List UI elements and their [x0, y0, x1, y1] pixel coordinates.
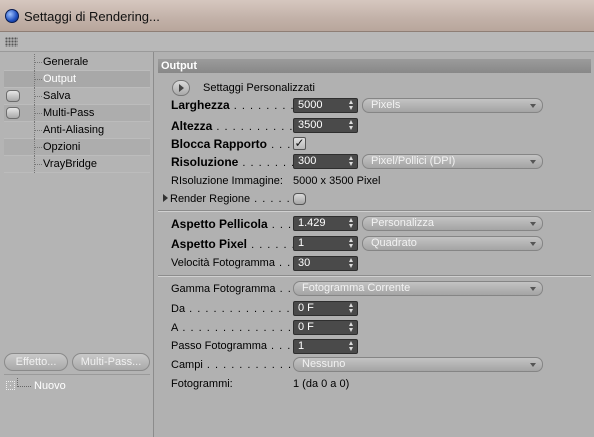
frame-rate-input[interactable]: 30: [293, 256, 358, 271]
render-setting-label: Nuovo: [34, 380, 66, 392]
render-setting-icon: [6, 381, 15, 390]
render-settings-window: Settaggi di Rendering... Generale Output…: [0, 0, 594, 437]
width-unit-dropdown[interactable]: Pixels: [362, 98, 543, 113]
frames-label: Fotogrammi:: [171, 378, 233, 390]
from-label: Da . . . . . . . . . . . . . . . . . . .…: [171, 303, 295, 315]
divider: [158, 210, 591, 212]
sidebar-item-output[interactable]: Output: [4, 71, 150, 88]
sidebar-item-salva[interactable]: Salva: [4, 88, 150, 105]
tree-connector: [17, 378, 31, 387]
film-aspect-dropdown[interactable]: Personalizza: [362, 216, 543, 231]
frames-value: 1 (da 0 a 0): [293, 378, 350, 390]
image-resolution-label: RIsoluzione Immagine:: [171, 175, 283, 187]
tree-connector: [34, 54, 42, 71]
divider: [158, 275, 591, 277]
sidebar-item-anti-aliasing[interactable]: Anti-Aliasing: [4, 122, 150, 139]
spinner-icon[interactable]: [349, 156, 354, 167]
lock-ratio-checkbox[interactable]: ✓: [293, 137, 306, 150]
render-setting-item-nuovo[interactable]: Nuovo: [4, 378, 150, 394]
sidebar-item-multi-pass[interactable]: Multi-Pass: [4, 105, 150, 122]
chevron-down-icon: [530, 160, 536, 164]
sidebar-item-label: VrayBridge: [43, 158, 98, 170]
sidebar-item-label: Output: [43, 73, 77, 85]
sidebar-item-generale[interactable]: Generale: [4, 54, 150, 71]
sidebar-item-label: Salva: [43, 90, 71, 102]
film-aspect-input[interactable]: 1.429: [293, 216, 358, 231]
tree-connector: [34, 105, 42, 122]
sidebar-item-label: Opzioni: [43, 141, 81, 153]
chevron-down-icon: [530, 104, 536, 108]
frame-range-dropdown[interactable]: Fotogramma Corrente: [293, 281, 543, 296]
tree-connector: [34, 122, 42, 139]
fields-dropdown[interactable]: Nessuno: [293, 357, 543, 372]
to-label: A . . . . . . . . . . . . . . . . . . . …: [171, 322, 295, 334]
spinner-icon[interactable]: [349, 120, 354, 131]
window-title: Settaggi di Rendering...: [24, 9, 160, 24]
tree-connector: [34, 156, 42, 173]
render-region-label: Render Regione . . . . . . .: [170, 193, 294, 205]
grip-icon[interactable]: [5, 37, 18, 47]
chevron-down-icon: [530, 287, 536, 291]
spinner-icon[interactable]: [349, 303, 354, 314]
frame-step-input[interactable]: 1: [293, 339, 358, 354]
tree-connector: [34, 71, 42, 88]
pixel-aspect-dropdown[interactable]: Quadrato: [362, 236, 543, 251]
chevron-down-icon: [530, 222, 536, 226]
tree-connector: [34, 88, 42, 105]
spinner-icon[interactable]: [349, 100, 354, 111]
film-aspect-label: Aspetto Pellicola . . .: [171, 217, 293, 231]
toolbar: [0, 32, 594, 52]
frame-step-label: Passo Fotogramma . . . . .: [171, 340, 295, 352]
output-settings-panel: Output Settaggi Personalizzati Larghezza…: [155, 52, 594, 437]
spinner-icon[interactable]: [349, 238, 354, 249]
sidebar-item-label: Multi-Pass: [43, 107, 95, 119]
preset-label: Settaggi Personalizzati: [203, 82, 315, 94]
render-region-checkbox[interactable]: [293, 193, 306, 205]
spinner-icon[interactable]: [349, 218, 354, 229]
divider: [4, 374, 150, 375]
to-input[interactable]: 0 F: [293, 320, 358, 335]
lock-ratio-label: Blocca Rapporto . . . .: [171, 137, 299, 151]
resolution-input[interactable]: 300: [293, 154, 358, 169]
resolution-unit-dropdown[interactable]: Pixel/Pollici (DPI): [362, 154, 543, 169]
effect-button[interactable]: Effetto...: [4, 353, 68, 371]
spinner-icon[interactable]: [349, 322, 354, 333]
settings-category-list: Generale Output Salva Multi-Pass Anti-Al…: [4, 54, 150, 173]
chevron-down-icon: [530, 363, 536, 367]
frame-range-label: Gamma Fotogramma . . .: [171, 283, 295, 295]
pixel-aspect-input[interactable]: 1: [293, 236, 358, 251]
frame-rate-label: Velocità Fotogramma . . .: [171, 257, 295, 269]
image-resolution-value: 5000 x 3500 Pixel: [293, 175, 381, 187]
pixel-aspect-label: Aspetto Pixel . . . . . . . .: [171, 237, 295, 251]
from-input[interactable]: 0 F: [293, 301, 358, 316]
expand-arrow-icon[interactable]: [163, 194, 168, 202]
preset-menu-button[interactable]: [172, 80, 190, 96]
height-input[interactable]: 3500: [293, 118, 358, 133]
cinema4d-app-icon: [5, 9, 19, 23]
spinner-icon[interactable]: [349, 258, 354, 269]
sidebar-item-label: Generale: [43, 56, 89, 68]
sidebar-item-label: Anti-Aliasing: [43, 124, 105, 136]
width-input[interactable]: 5000: [293, 98, 358, 113]
width-label: Larghezza . . . . . . . . . .: [171, 98, 295, 112]
chevron-down-icon: [530, 242, 536, 246]
section-title: Output: [158, 59, 591, 73]
fields-label: Campi . . . . . . . . . . . . . . . . .: [171, 359, 295, 371]
tree-connector: [34, 139, 42, 156]
multi-pass-button[interactable]: Multi-Pass...: [72, 353, 150, 371]
title-bar[interactable]: Settaggi di Rendering...: [0, 0, 594, 32]
sidebar-item-opzioni[interactable]: Opzioni: [4, 139, 150, 156]
enable-toggle[interactable]: [6, 90, 20, 102]
height-label: Altezza . . . . . . . . . . . .: [171, 119, 295, 133]
sidebar-item-vraybridge[interactable]: VrayBridge: [4, 156, 150, 173]
spinner-icon[interactable]: [349, 341, 354, 352]
resolution-label: Risoluzione . . . . . . . . . .: [171, 155, 295, 169]
settings-sidebar: Generale Output Salva Multi-Pass Anti-Al…: [0, 52, 154, 437]
enable-toggle[interactable]: [6, 107, 20, 119]
